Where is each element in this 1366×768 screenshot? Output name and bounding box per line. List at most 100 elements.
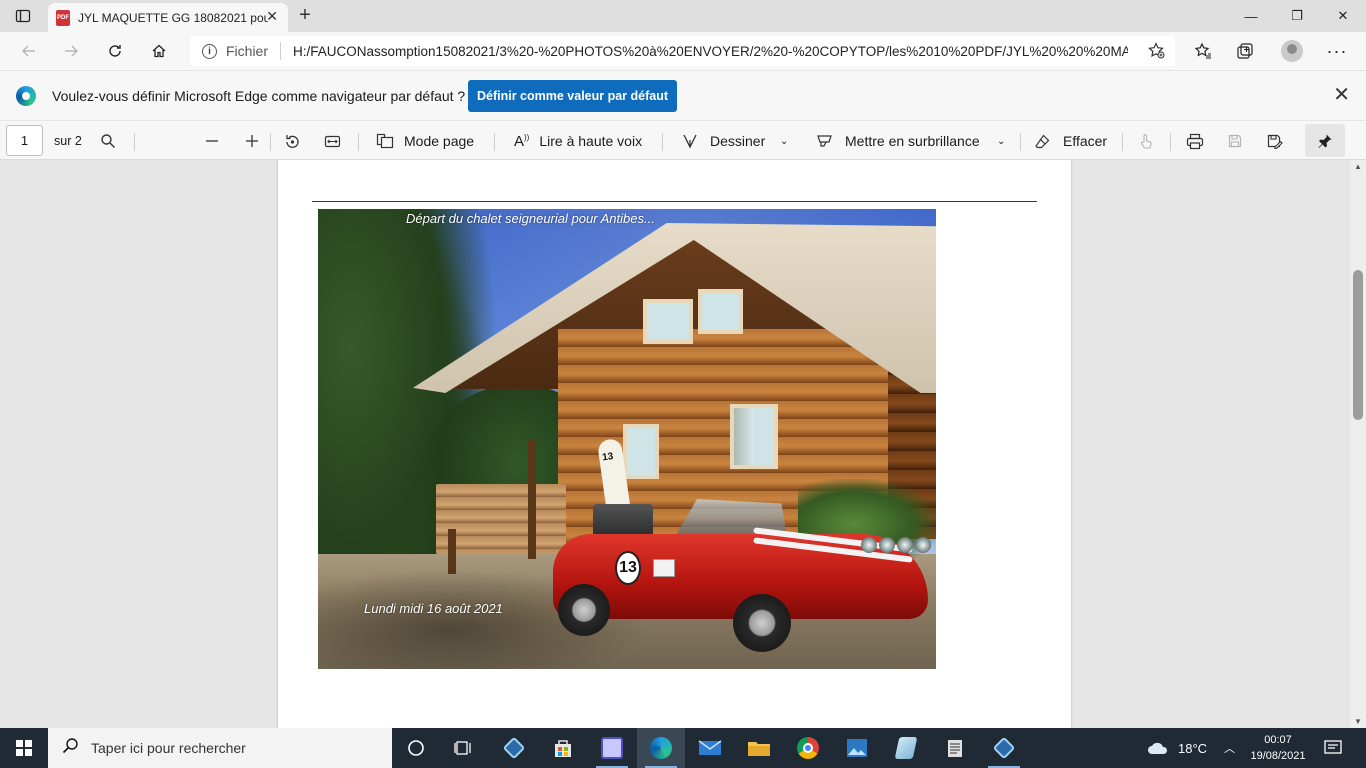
url-text[interactable]: H:/FAUCONassomption15082021/3%20-%20PHOT…: [293, 44, 1128, 59]
toolbar-divider: [270, 133, 271, 151]
start-button[interactable]: [0, 728, 48, 768]
windows-taskbar: Taper ici pour rechercher 18°C ︿ 00:07 1…: [0, 728, 1366, 768]
toolbar-divider: [1170, 133, 1171, 151]
cortana-icon[interactable]: [392, 728, 440, 768]
highlighter-icon: [817, 134, 832, 147]
vertical-scrollbar[interactable]: ▲ ▼: [1350, 160, 1366, 728]
window-close-button[interactable]: ✕: [1320, 0, 1366, 32]
task-view-icon[interactable]: [440, 728, 488, 768]
page-number-input[interactable]: 1: [6, 125, 43, 156]
highlight-button[interactable]: Mettre en surbrillance: [816, 121, 980, 161]
scroll-down-icon[interactable]: ▼: [1354, 717, 1362, 726]
touch-write-icon[interactable]: [1138, 121, 1154, 161]
app-icon-running[interactable]: [588, 728, 636, 768]
system-clock[interactable]: 00:07 19/08/2021: [1248, 732, 1308, 764]
back-arrow-icon[interactable]: [14, 37, 44, 65]
erase-button[interactable]: Effacer: [1034, 121, 1107, 161]
address-field[interactable]: i Fichier H:/FAUCONassomption15082021/3%…: [190, 36, 1175, 66]
erase-label: Effacer: [1063, 133, 1108, 149]
rally-lights: [861, 537, 931, 559]
edge-taskbar-icon[interactable]: [637, 728, 685, 768]
toolbar-divider: [358, 133, 359, 151]
more-icon[interactable]: ···: [1322, 37, 1352, 65]
set-default-button[interactable]: Définir comme valeur par défaut: [468, 80, 677, 112]
show-hidden-icons-chevron-up-icon[interactable]: ︿: [1224, 728, 1235, 768]
app-logo: [894, 737, 918, 759]
zoom-out-icon[interactable]: [204, 121, 220, 161]
page-mode-icon: [376, 133, 394, 149]
app-logo: [601, 737, 623, 759]
mail-icon[interactable]: [686, 728, 734, 768]
default-browser-infobar: Voulez-vous définir Microsoft Edge comme…: [0, 70, 1366, 120]
tab-title: JYL MAQUETTE GG 18082021 pour: [78, 10, 268, 25]
page-mode-button[interactable]: Mode page: [376, 121, 474, 161]
forward-arrow-icon[interactable]: [56, 37, 86, 65]
chalet-window: [643, 299, 693, 344]
pdf-toolbar: 1 sur 2 Mode page A)) Lire à haute voix …: [0, 120, 1366, 160]
infobar-close-icon[interactable]: ✕: [1333, 85, 1350, 105]
curtain: [734, 408, 754, 465]
avatar: [1281, 40, 1303, 62]
rotate-icon[interactable]: [284, 121, 301, 161]
toolbar-divider: [1020, 133, 1021, 151]
app-icon-1[interactable]: [490, 728, 538, 768]
weather-widget[interactable]: 18°C: [1146, 728, 1207, 768]
taskbar-search-box[interactable]: Taper ici pour rechercher: [48, 728, 392, 768]
browser-tab[interactable]: PDF JYL MAQUETTE GG 18082021 pour ✕: [48, 3, 288, 32]
favorites-icon[interactable]: [1188, 37, 1218, 65]
profile-avatar[interactable]: [1277, 37, 1307, 65]
tab-close-icon[interactable]: ✕: [266, 8, 278, 25]
read-aloud-button[interactable]: A)) Lire à haute voix: [514, 121, 642, 161]
chrome-logo: [797, 737, 819, 759]
scroll-up-icon[interactable]: ▲: [1354, 162, 1362, 171]
new-tab-button[interactable]: +: [294, 5, 316, 27]
draw-button[interactable]: Dessiner: [682, 121, 765, 161]
search-icon[interactable]: [100, 121, 116, 161]
info-icon[interactable]: i: [202, 43, 217, 59]
tab-actions-icon[interactable]: [8, 5, 38, 27]
store-icon[interactable]: [539, 728, 587, 768]
highlight-label: Mettre en surbrillance: [845, 133, 980, 149]
photos-icon[interactable]: [833, 728, 881, 768]
collections-icon[interactable]: [1230, 37, 1260, 65]
eraser-icon: [1035, 134, 1050, 148]
chalet-car-photo: 13 13 Départ du chalet seigneurial pour …: [318, 209, 936, 669]
minimize-button[interactable]: —: [1228, 0, 1274, 32]
toolbar-divider: [134, 133, 135, 151]
app-logo: [502, 736, 526, 760]
porch-post: [528, 439, 536, 559]
pdf-viewer[interactable]: 13 13 Départ du chalet seigneurial pour …: [0, 160, 1366, 728]
infobar-message: Voulez-vous définir Microsoft Edge comme…: [52, 88, 466, 104]
page-header-rule: [312, 201, 1037, 202]
photo-caption-top: Départ du chalet seigneurial pour Antibe…: [406, 211, 655, 226]
draw-chevron-down-icon[interactable]: ⌄: [780, 121, 788, 161]
restore-button[interactable]: ❐: [1274, 0, 1320, 32]
save-icon[interactable]: [1227, 121, 1243, 161]
app-icon-3[interactable]: [931, 728, 979, 768]
home-icon[interactable]: [144, 37, 174, 65]
read-aloud-icon: A)): [514, 132, 530, 150]
zoom-in-icon[interactable]: [244, 121, 260, 161]
pdf-page: 13 13 Départ du chalet seigneurial pour …: [278, 160, 1071, 728]
porch-post: [448, 529, 456, 574]
chalet-window: [698, 289, 743, 334]
race-number: 13: [615, 551, 641, 585]
fit-width-icon[interactable]: [324, 121, 341, 161]
page-total-label: sur 2: [54, 134, 82, 148]
chrome-icon[interactable]: [784, 728, 832, 768]
notification-center-icon[interactable]: [1324, 728, 1342, 768]
file-explorer-icon[interactable]: [735, 728, 783, 768]
cloud-icon: [1148, 742, 1168, 754]
print-icon[interactable]: [1186, 121, 1204, 161]
app-icon-4[interactable]: [980, 728, 1028, 768]
scrollbar-thumb[interactable]: [1353, 270, 1363, 420]
save-as-icon[interactable]: [1266, 121, 1283, 161]
pin-toolbar-icon[interactable]: [1305, 124, 1345, 157]
refresh-icon[interactable]: [100, 37, 130, 65]
highlight-chevron-down-icon[interactable]: ⌄: [997, 121, 1005, 161]
app-icon-2[interactable]: [882, 728, 930, 768]
draw-label: Dessiner: [710, 133, 766, 149]
app-logo: [992, 736, 1016, 760]
add-favorite-icon[interactable]: [1148, 42, 1165, 64]
clock-time: 00:07: [1264, 734, 1292, 746]
